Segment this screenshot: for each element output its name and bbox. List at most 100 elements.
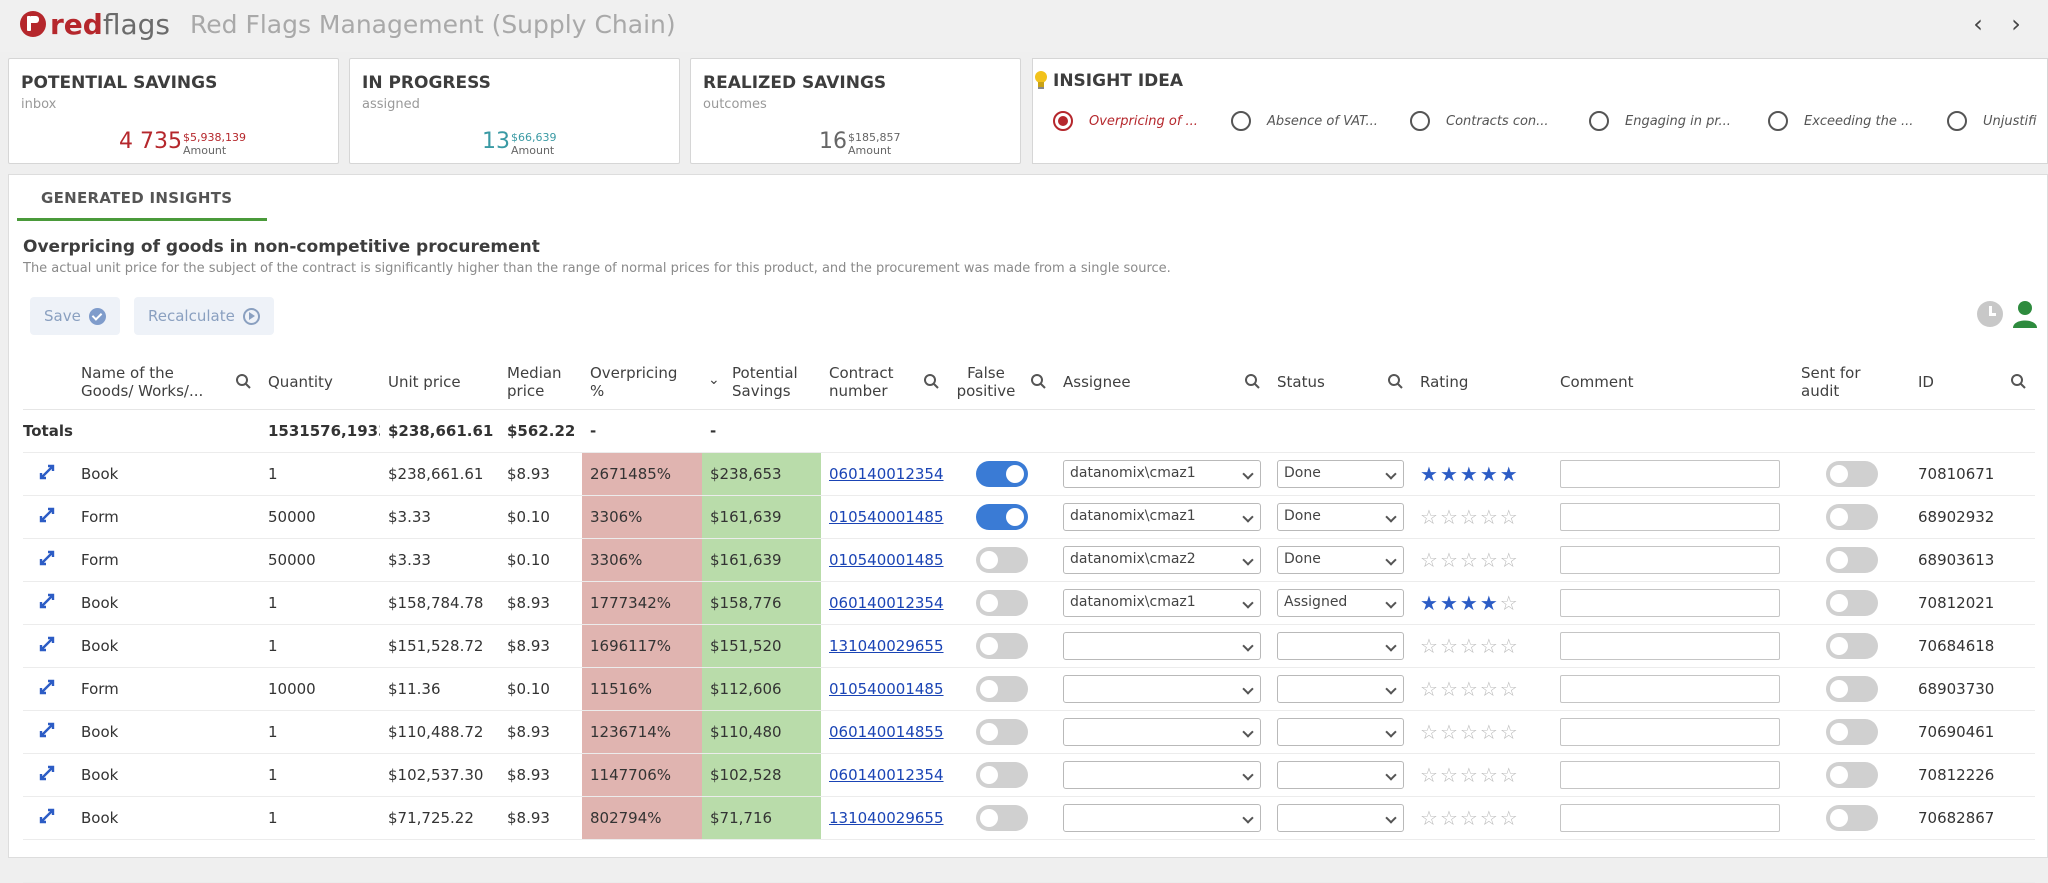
contract-link[interactable]: 060140014855 bbox=[821, 710, 948, 754]
search-icon[interactable] bbox=[235, 373, 252, 390]
table-row[interactable] bbox=[23, 839, 2035, 883]
star-icon[interactable]: ☆ bbox=[1440, 507, 1458, 527]
recalculate-button[interactable]: Recalculate bbox=[134, 297, 274, 335]
kpi-realized-savings[interactable]: REALIZED SAVINGS outcomes 16 $185,857 Amo… bbox=[690, 58, 1021, 164]
star-icon[interactable]: ★ bbox=[1440, 593, 1458, 613]
star-icon[interactable]: ★ bbox=[1420, 593, 1438, 613]
table-row[interactable]: Book 1 $71,725.22 $8.93 802794% $71,716 131040… bbox=[23, 796, 2035, 840]
false-positive-toggle[interactable] bbox=[975, 632, 1028, 659]
expand-cell[interactable] bbox=[23, 581, 73, 625]
redflags-logo[interactable]: red flags bbox=[20, 8, 170, 41]
expand-cell[interactable] bbox=[23, 667, 73, 711]
star-icon[interactable]: ☆ bbox=[1440, 765, 1458, 785]
tab-generated-insights[interactable]: GENERATED INSIGHTS bbox=[41, 189, 232, 207]
star-icon[interactable]: ☆ bbox=[1500, 550, 1518, 570]
status-select[interactable]: Assigned bbox=[1277, 588, 1404, 617]
star-icon[interactable]: ☆ bbox=[1500, 636, 1518, 656]
contract-link[interactable]: 010540001485 bbox=[821, 538, 948, 582]
status-select[interactable] bbox=[1277, 803, 1404, 832]
radio-button[interactable] bbox=[1410, 111, 1430, 131]
column-header-overpricing[interactable]: Overpricing % bbox=[582, 355, 702, 410]
sent-for-audit-toggle[interactable] bbox=[1825, 804, 1878, 831]
rating-stars[interactable]: ☆ ☆ ☆ ☆ ☆ bbox=[1420, 765, 1544, 785]
contract-link[interactable]: 131040029655 bbox=[821, 624, 948, 668]
star-icon[interactable]: ☆ bbox=[1460, 808, 1478, 828]
star-icon[interactable]: ☆ bbox=[1480, 765, 1498, 785]
star-icon[interactable]: ★ bbox=[1480, 593, 1498, 613]
comment-input[interactable] bbox=[1560, 631, 1780, 660]
false-positive-toggle[interactable] bbox=[975, 804, 1028, 831]
star-icon[interactable]: ☆ bbox=[1500, 765, 1518, 785]
sent-for-audit-toggle[interactable] bbox=[1825, 589, 1878, 616]
sent-for-audit-toggle[interactable] bbox=[1825, 675, 1878, 702]
star-icon[interactable]: ☆ bbox=[1480, 679, 1498, 699]
star-icon[interactable]: ☆ bbox=[1480, 550, 1498, 570]
rating-stars[interactable]: ☆ ☆ ☆ ☆ ☆ bbox=[1420, 636, 1544, 656]
column-header-sent-for-audit[interactable]: Sent for audit bbox=[1793, 355, 1910, 410]
table-row[interactable]: Form 10000 $11.36 $0.10 11516% $112,606 010540… bbox=[23, 667, 2035, 711]
assignee-select[interactable]: datanomix\cmaz2 bbox=[1063, 545, 1261, 574]
contract-link[interactable]: 131040029655 bbox=[821, 796, 948, 840]
sent-for-audit-toggle[interactable] bbox=[1825, 632, 1878, 659]
rating-stars[interactable]: ☆ ☆ ☆ ☆ ☆ bbox=[1420, 550, 1544, 570]
table-row[interactable]: Form 50000 $3.33 $0.10 3306% $161,639 01054000… bbox=[23, 538, 2035, 582]
status-select[interactable] bbox=[1277, 631, 1404, 660]
sent-for-audit-toggle[interactable] bbox=[1825, 761, 1878, 788]
expand-cell[interactable] bbox=[23, 495, 73, 539]
column-header-status[interactable]: Status bbox=[1269, 355, 1412, 410]
expand-icon[interactable] bbox=[39, 464, 55, 480]
star-icon[interactable]: ☆ bbox=[1420, 808, 1438, 828]
star-icon[interactable]: ☆ bbox=[1460, 507, 1478, 527]
search-icon[interactable] bbox=[2010, 373, 2027, 390]
contract-link[interactable]: 060140012354 bbox=[821, 452, 948, 496]
save-button[interactable]: Save bbox=[30, 297, 120, 335]
assignee-select[interactable] bbox=[1063, 803, 1261, 832]
table-row[interactable]: Book 1 $238,661.61 $8.93 2671485% $238,653 060… bbox=[23, 452, 2035, 496]
assignee-select[interactable] bbox=[1063, 760, 1261, 789]
insight-option-engaging[interactable]: Engaging in pr... bbox=[1589, 111, 1731, 131]
insight-option-unjustified[interactable]: Unjustifi bbox=[1947, 111, 2037, 131]
star-icon[interactable]: ★ bbox=[1460, 464, 1478, 484]
chevron-left-icon[interactable]: ‹ bbox=[1964, 12, 1992, 38]
column-header-name[interactable]: Name of the Goods/ Works/... bbox=[73, 355, 260, 410]
false-positive-toggle[interactable] bbox=[975, 460, 1028, 487]
comment-input[interactable] bbox=[1560, 760, 1780, 789]
rating-stars[interactable]: ☆ ☆ ☆ ☆ ☆ bbox=[1420, 722, 1544, 742]
star-icon[interactable]: ☆ bbox=[1440, 636, 1458, 656]
rating-stars[interactable]: ★ ★ ★ ★ ☆ bbox=[1420, 593, 1544, 613]
insight-option-overpricing[interactable]: Overpricing of ... bbox=[1053, 111, 1198, 131]
search-icon[interactable] bbox=[1030, 373, 1047, 390]
expand-icon[interactable] bbox=[39, 593, 55, 609]
expand-icon[interactable] bbox=[39, 636, 55, 652]
column-header-quantity[interactable]: Quantity bbox=[260, 355, 380, 410]
expand-icon[interactable] bbox=[39, 679, 55, 695]
status-select[interactable] bbox=[1277, 760, 1404, 789]
expand-cell[interactable] bbox=[23, 452, 73, 496]
star-icon[interactable]: ☆ bbox=[1500, 593, 1518, 613]
search-icon[interactable] bbox=[1387, 373, 1404, 390]
star-icon[interactable]: ☆ bbox=[1500, 722, 1518, 742]
search-icon[interactable] bbox=[1244, 373, 1261, 390]
column-header-comment[interactable]: Comment bbox=[1552, 355, 1793, 410]
star-icon[interactable]: ☆ bbox=[1440, 722, 1458, 742]
status-select[interactable]: Done bbox=[1277, 459, 1404, 488]
radio-button[interactable] bbox=[1947, 111, 1967, 131]
assignee-select[interactable] bbox=[1063, 717, 1261, 746]
sent-for-audit-toggle[interactable] bbox=[1825, 718, 1878, 745]
insight-option-contracts[interactable]: Contracts con... bbox=[1410, 111, 1549, 131]
rating-stars[interactable]: ★ ★ ★ ★ ★ bbox=[1420, 464, 1544, 484]
expand-icon[interactable] bbox=[39, 550, 55, 566]
column-header-contract[interactable]: Contract number bbox=[821, 355, 948, 410]
insight-option-exceeding[interactable]: Exceeding the ... bbox=[1768, 111, 1913, 131]
star-icon[interactable]: ★ bbox=[1460, 593, 1478, 613]
star-icon[interactable]: ☆ bbox=[1420, 550, 1438, 570]
sort-desc-icon[interactable]: ⌄ bbox=[708, 372, 720, 388]
table-row[interactable]: Book 1 $151,528.72 $8.93 1696117% $151,520 131… bbox=[23, 624, 2035, 668]
sent-for-audit-toggle[interactable] bbox=[1825, 503, 1878, 530]
column-header-unit-price[interactable]: Unit price bbox=[380, 355, 499, 410]
column-header-assignee[interactable]: Assignee bbox=[1055, 355, 1269, 410]
status-select[interactable] bbox=[1277, 717, 1404, 746]
expand-icon[interactable] bbox=[39, 808, 55, 824]
false-positive-toggle[interactable] bbox=[975, 718, 1028, 745]
star-icon[interactable]: ☆ bbox=[1460, 765, 1478, 785]
